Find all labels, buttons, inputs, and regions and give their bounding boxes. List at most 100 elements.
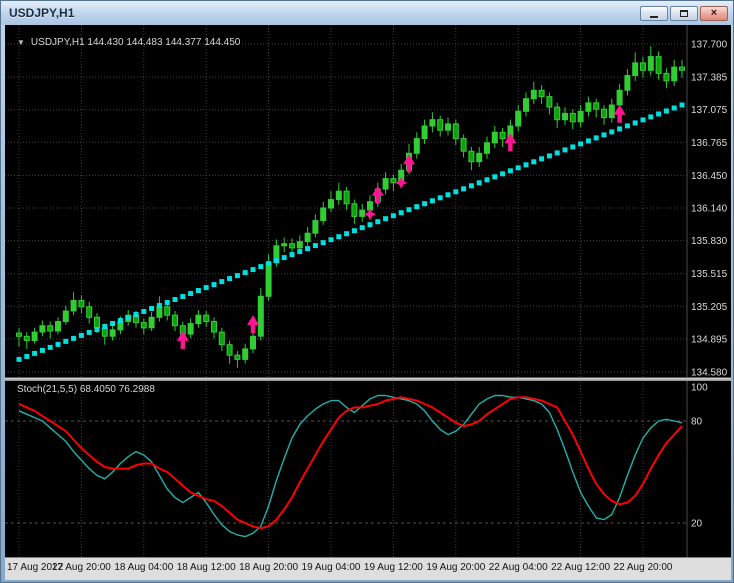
candlestick xyxy=(616,89,623,106)
candlestick xyxy=(671,66,678,82)
candlestick xyxy=(468,150,475,163)
candlestick xyxy=(585,102,592,112)
trend-dot xyxy=(312,243,318,249)
trend-dot xyxy=(133,312,139,317)
trend-dot xyxy=(461,186,467,192)
candlestick xyxy=(172,314,178,327)
trend-dot xyxy=(117,318,123,323)
candlestick xyxy=(16,332,22,337)
candlestick xyxy=(421,125,428,140)
minimize-button[interactable] xyxy=(640,5,668,21)
trend-dot xyxy=(476,180,482,186)
candlestick xyxy=(296,241,303,249)
trend-dot xyxy=(188,291,194,296)
price-axis-label: 135.515 xyxy=(691,269,728,280)
time-axis-label: 18 Aug 12:00 xyxy=(176,562,236,573)
trend-dot xyxy=(250,267,256,273)
trend-dot xyxy=(609,129,615,135)
candlestick xyxy=(382,178,389,190)
trend-dot xyxy=(63,338,69,344)
chart-canvas[interactable]: 137.700 137.385 137.075 136.765 136.450 136.1… xyxy=(5,25,731,557)
window-titlebar[interactable]: USDJPY,H1 × xyxy=(1,1,733,25)
trend-dot xyxy=(624,123,630,129)
trend-dot xyxy=(55,341,61,347)
price-axis-label: 135.205 xyxy=(691,302,728,313)
price-axis-label: 136.140 xyxy=(691,204,728,215)
close-button[interactable]: × xyxy=(700,5,728,21)
candlestick xyxy=(250,335,256,350)
trend-dot xyxy=(24,353,30,359)
buy-arrow-icon xyxy=(403,154,415,173)
trend-dot xyxy=(94,327,100,332)
candlestick xyxy=(328,199,334,209)
candlestick xyxy=(289,243,295,249)
candlestick xyxy=(640,62,646,71)
trend-dot xyxy=(406,207,412,213)
candlestick xyxy=(242,348,249,360)
chart-stoch-splitter[interactable] xyxy=(5,377,731,381)
candlestick xyxy=(218,331,225,346)
candlestick xyxy=(601,108,607,119)
trend-dot xyxy=(398,210,404,216)
candlestick xyxy=(109,329,116,337)
candlestick xyxy=(101,327,108,337)
candlestick xyxy=(70,300,77,312)
chart-ohlc-label: ▼ USDJPY,H1 144.430 144.483 144.377 144.… xyxy=(17,37,240,48)
close-icon: × xyxy=(710,6,718,19)
minimize-icon xyxy=(650,15,658,18)
time-axis-label: 22 Aug 04:00 xyxy=(488,562,548,573)
candlestick xyxy=(343,190,350,205)
price-axis-label: 137.385 xyxy=(691,73,728,84)
candlestick xyxy=(655,56,662,74)
trend-dot xyxy=(211,282,217,288)
trend-dot xyxy=(71,335,77,341)
candlestick xyxy=(62,310,69,322)
metatrader-window: USDJPY,H1 × 137.700 137.385 137.075 136.765… xyxy=(0,0,734,583)
window-controls: × xyxy=(640,5,728,21)
trend-dot xyxy=(234,273,240,279)
candlestick xyxy=(390,178,397,184)
trend-dot xyxy=(539,156,545,162)
trend-dot xyxy=(219,279,225,285)
candlestick xyxy=(499,131,506,140)
buy-arrow-icon xyxy=(504,133,517,152)
trend-dot xyxy=(367,222,373,228)
trend-dot xyxy=(546,153,552,159)
chart-collapse-icon[interactable]: ▼ xyxy=(17,38,25,47)
signal-star-icon xyxy=(395,176,408,189)
trend-dot xyxy=(375,219,381,225)
candlestick xyxy=(460,138,467,152)
restore-button[interactable] xyxy=(670,5,698,21)
window-title: USDJPY,H1 xyxy=(9,6,75,20)
trend-dot xyxy=(383,216,389,222)
price-axis-label: 137.075 xyxy=(691,105,728,116)
candlestick xyxy=(304,232,311,243)
trend-dot xyxy=(86,329,92,335)
candlestick xyxy=(632,62,639,77)
trend-dot xyxy=(141,309,147,314)
trend-dot xyxy=(671,105,677,111)
trend-dot xyxy=(484,177,490,183)
trend-dot xyxy=(570,144,576,150)
candlestick xyxy=(476,152,483,163)
trend-dot xyxy=(320,240,326,246)
candlestick xyxy=(281,243,288,247)
candlestick xyxy=(312,220,319,234)
candlestick xyxy=(55,321,61,332)
candlestick xyxy=(445,123,451,131)
trend-dot xyxy=(437,195,443,201)
time-axis[interactable]: 17 Aug 2022 17 Aug 20:00 18 Aug 04:00 18 Au… xyxy=(5,557,731,580)
candlestick xyxy=(203,314,210,323)
stoch-indicator-label: Stoch(21,5,5) 68.4050 76.2988 xyxy=(17,384,155,395)
trend-dot xyxy=(297,249,303,255)
trend-dot xyxy=(632,120,638,126)
trend-dot xyxy=(195,288,201,293)
trend-dot xyxy=(422,201,428,207)
trend-dot xyxy=(289,252,295,258)
trend-dot xyxy=(110,321,116,326)
time-axis-label: 18 Aug 04:00 xyxy=(114,562,174,573)
price-axis-label: 136.450 xyxy=(691,171,728,182)
trend-dot xyxy=(351,228,357,234)
candlestick xyxy=(647,56,654,71)
candlestick xyxy=(452,123,459,140)
